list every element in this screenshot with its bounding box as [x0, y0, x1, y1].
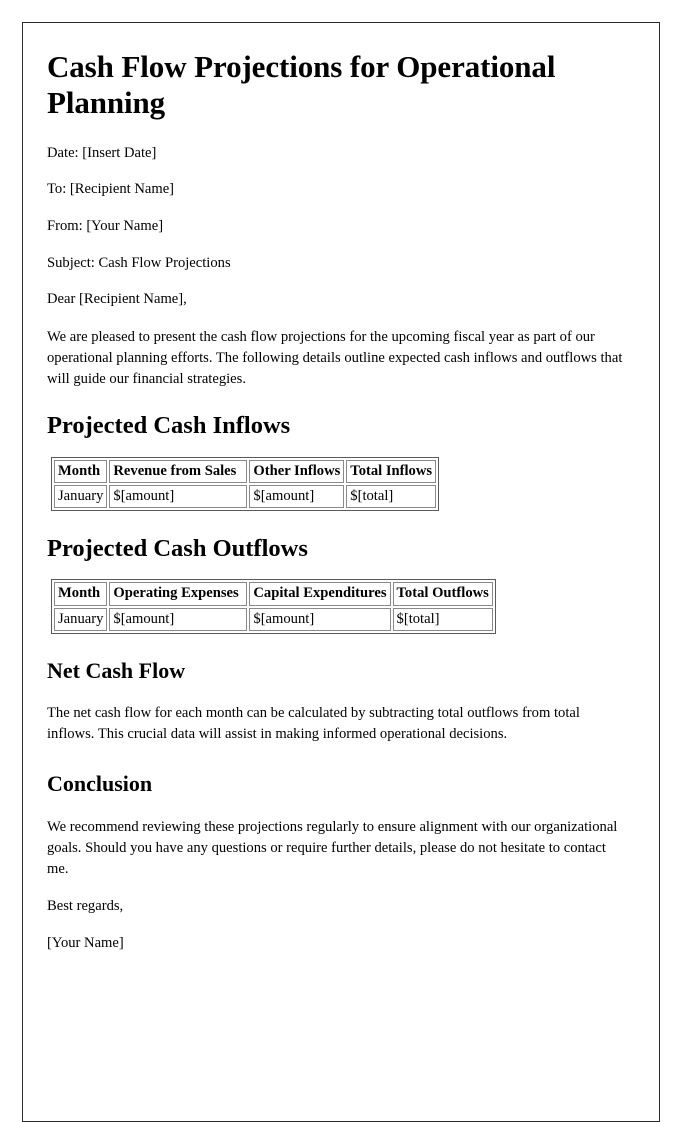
meta-line-subject: Subject: Cash Flow Projections — [47, 254, 231, 271]
document-page: Cash Flow Projections for Operational Pl… — [22, 22, 660, 1122]
cell-other-inflows: $[amount] — [249, 484, 345, 509]
inflows-table-wrapper: Month Revenue from Sales Other Inflows T… — [47, 456, 623, 512]
closing-salutation: Best regards, — [47, 898, 124, 915]
meta-line-date: Date: [Insert Date] — [47, 144, 157, 161]
inflows-table: Month Revenue from Sales Other Inflows T… — [51, 456, 440, 512]
table-row: January $[amount] $[amount] $[total] — [54, 607, 493, 631]
outflows-table-wrapper: Month Operating Expenses Capital Expendi… — [47, 579, 623, 634]
outflows-table: Month Operating Expenses Capital Expendi… — [51, 579, 496, 634]
table-header-row: Month Revenue from Sales Other Inflows T… — [54, 459, 437, 483]
table-header-row: Month Operating Expenses Capital Expendi… — [54, 582, 493, 606]
closing-signature: [Your Name] — [47, 935, 124, 952]
column-header-month: Month — [54, 459, 108, 483]
document-body: Cash Flow Projections for Operational Pl… — [23, 23, 659, 954]
heading-net-cash-flow: Net Cash Flow — [47, 657, 186, 683]
conclusion-paragraph: We recommend reviewing these projections… — [47, 818, 618, 877]
cell-month: January — [54, 484, 108, 509]
heading-conclusion: Conclusion — [47, 771, 153, 797]
cell-revenue-from-sales: $[amount] — [109, 484, 248, 509]
cell-month: January — [54, 607, 108, 631]
net-cash-flow-paragraph: The net cash flow for each month can be … — [47, 705, 580, 743]
intro-paragraph: We are pleased to present the cash flow … — [47, 328, 623, 388]
cell-capital-expenditures: $[amount] — [249, 607, 391, 631]
column-header-revenue-from-sales: Revenue from Sales — [109, 459, 248, 483]
page-title: Cash Flow Projections for Operational Pl… — [47, 49, 556, 121]
column-header-month: Month — [54, 582, 108, 606]
column-header-capital-expenditures: Capital Expenditures — [249, 582, 391, 606]
column-header-total-inflows: Total Inflows — [346, 459, 437, 483]
heading-projected-cash-inflows: Projected Cash Inflows — [47, 412, 291, 440]
cell-total-inflows: $[total] — [346, 484, 437, 509]
cell-total-outflows: $[total] — [392, 607, 493, 631]
column-header-total-outflows: Total Outflows — [392, 582, 493, 606]
table-row: January $[amount] $[amount] $[total] — [54, 484, 437, 509]
meta-line-to: To: [Recipient Name] — [47, 181, 175, 198]
meta-line-from: From: [Your Name] — [47, 217, 164, 234]
column-header-other-inflows: Other Inflows — [249, 459, 345, 483]
heading-projected-cash-outflows: Projected Cash Outflows — [47, 535, 308, 563]
cell-operating-expenses: $[amount] — [109, 607, 248, 631]
column-header-operating-expenses: Operating Expenses — [109, 582, 248, 606]
salutation-line: Dear [Recipient Name], — [47, 291, 187, 308]
